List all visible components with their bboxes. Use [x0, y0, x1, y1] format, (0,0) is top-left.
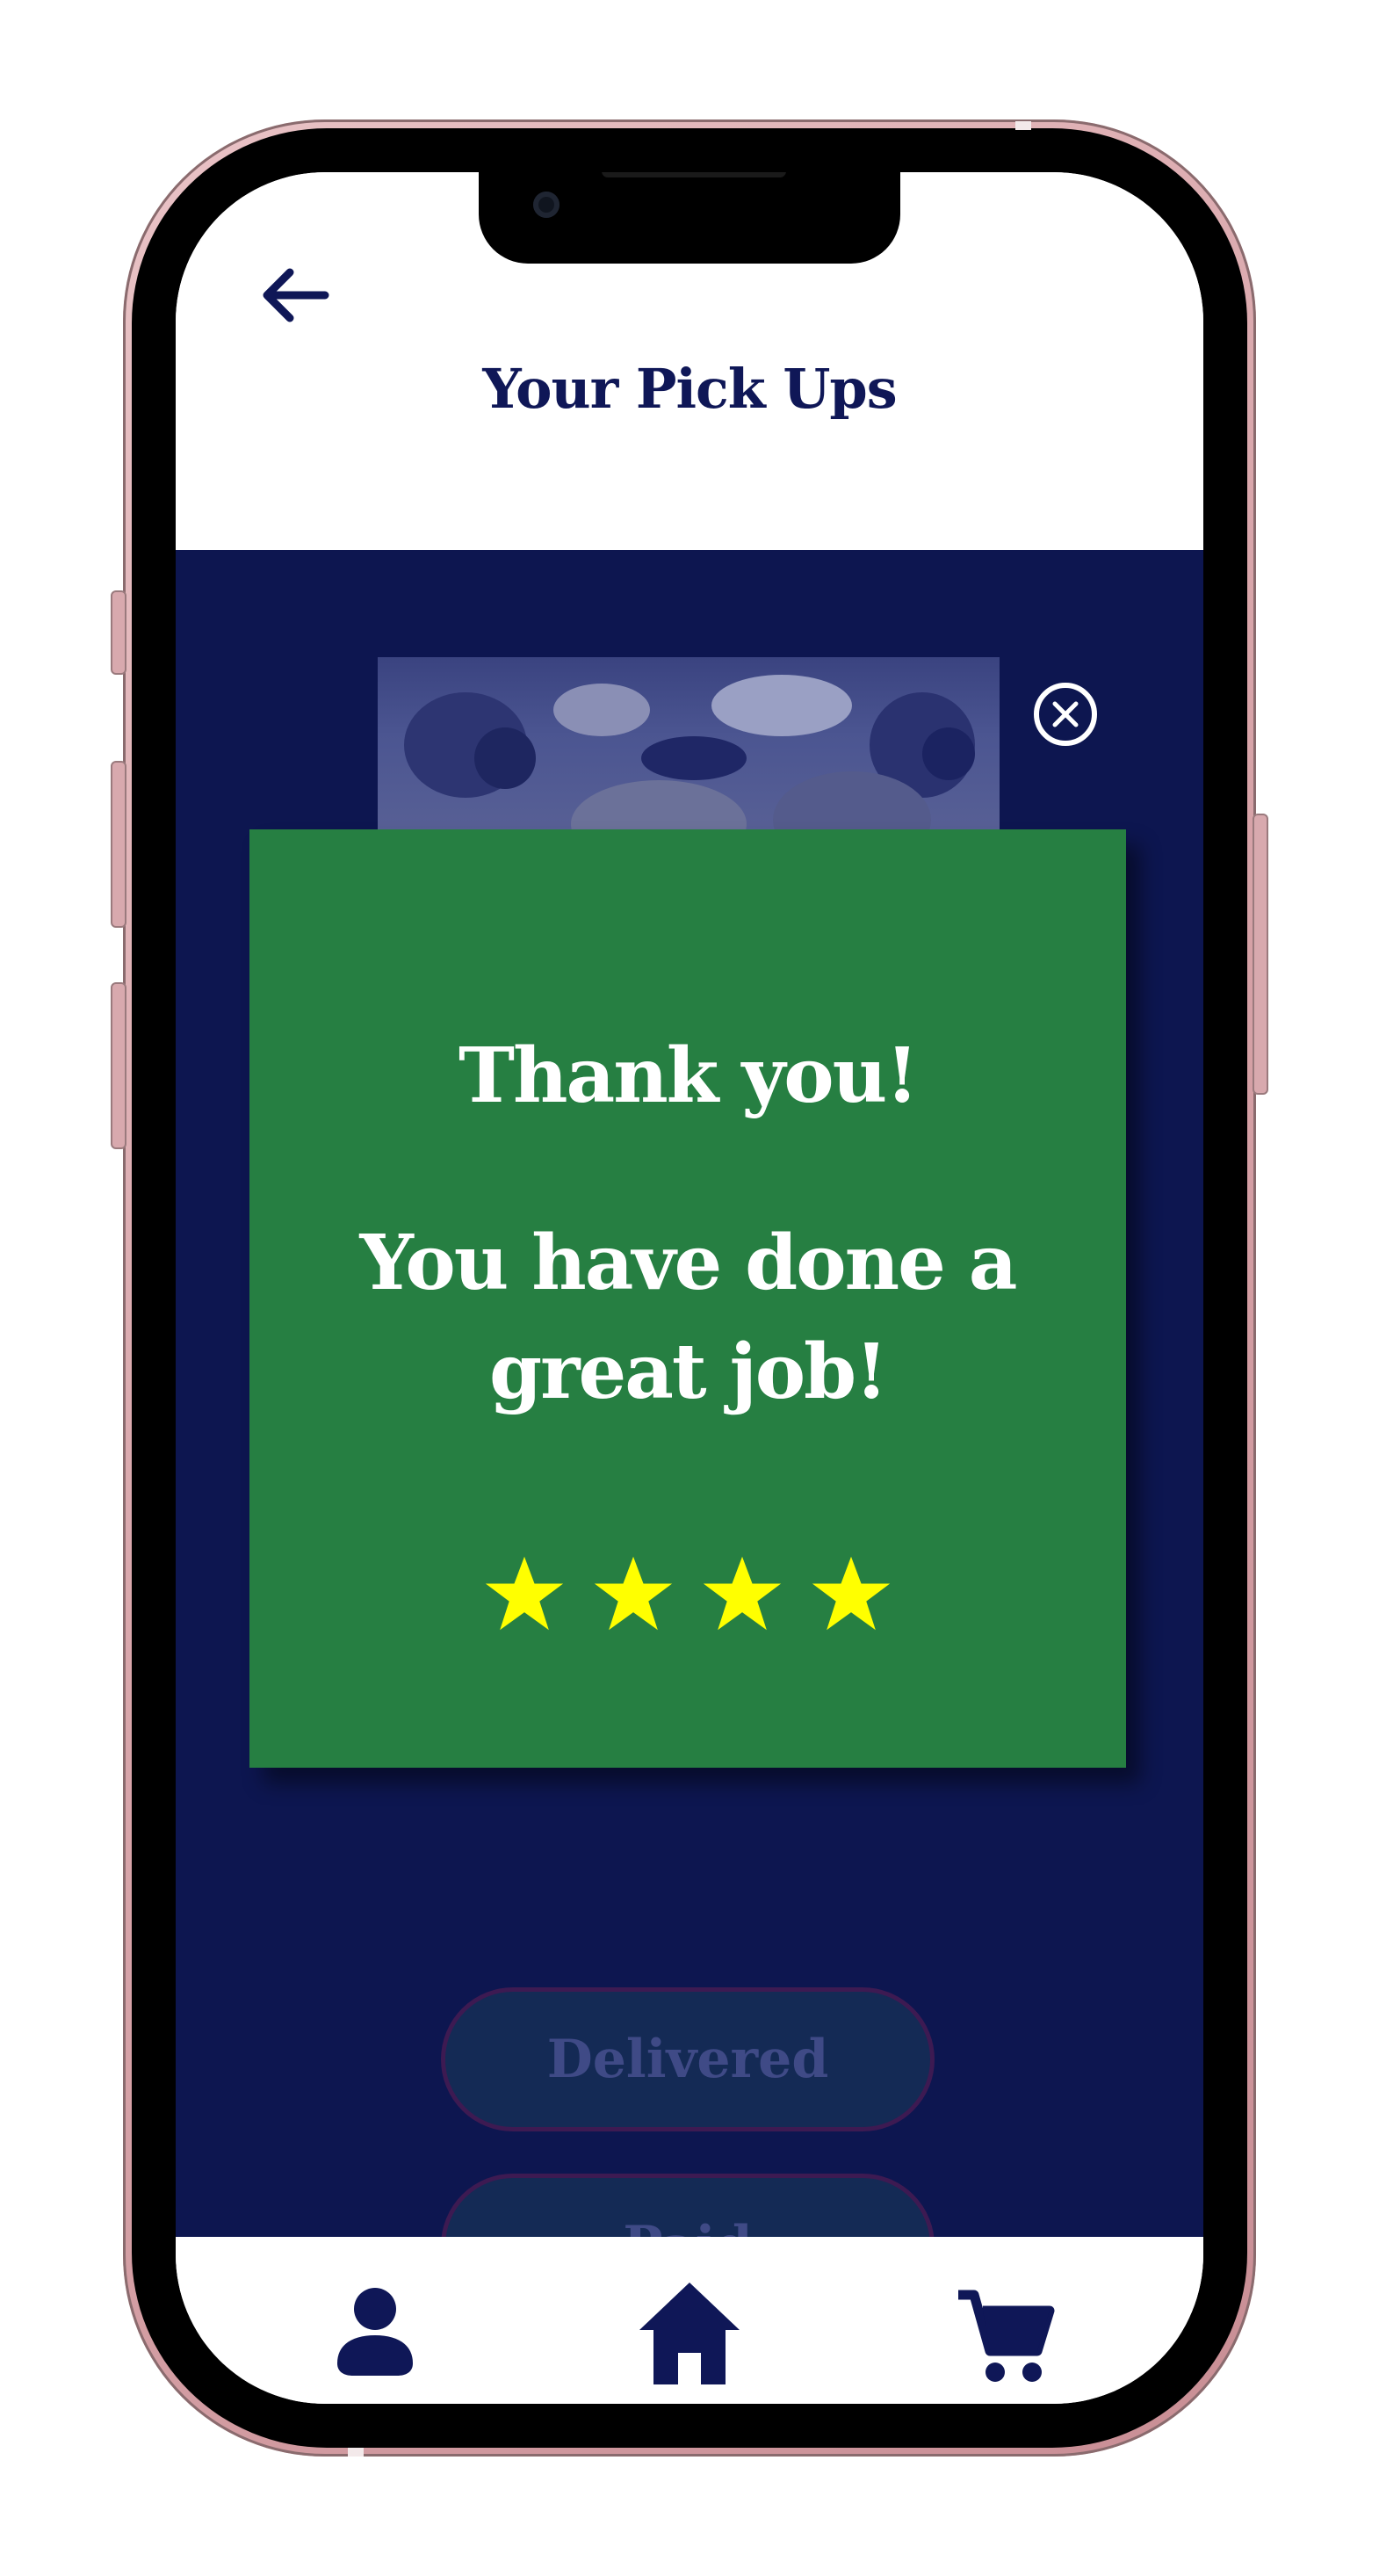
- page-title: Your Pick Ups: [482, 357, 897, 421]
- mute-switch: [111, 590, 126, 675]
- arrow-left-icon: [263, 268, 329, 322]
- star-rating: [249, 1552, 1126, 1639]
- back-button[interactable]: [256, 260, 336, 330]
- power-button: [1253, 814, 1268, 1095]
- star-icon[interactable]: [809, 1552, 893, 1636]
- thank-you-modal: Thank you! You have done a great job!: [249, 829, 1126, 1768]
- antenna-line: [1015, 121, 1031, 130]
- close-circle-icon: [1034, 683, 1097, 746]
- modal-message: You have done a great job!: [359, 1219, 1017, 1416]
- volume-up-button: [111, 761, 126, 928]
- home-icon: [639, 2283, 740, 2384]
- nav-profile[interactable]: [318, 2276, 432, 2390]
- nav-home[interactable]: [632, 2276, 747, 2390]
- star-icon[interactable]: [700, 1552, 784, 1636]
- modal-title: Thank you!: [458, 1031, 919, 1120]
- notch: [479, 172, 900, 264]
- product-image: [378, 657, 1000, 850]
- phone-screen: Your Pick Ups Delivered Paid Thank you! …: [176, 172, 1203, 2404]
- antenna-line: [348, 2448, 364, 2457]
- volume-down-button: [111, 982, 126, 1149]
- speaker-grill: [602, 172, 786, 177]
- person-icon: [337, 2288, 413, 2376]
- front-camera: [533, 192, 560, 218]
- nav-cart[interactable]: [946, 2276, 1060, 2390]
- bottom-nav: [176, 2237, 1203, 2404]
- cart-icon: [958, 2290, 1055, 2382]
- close-button[interactable]: [1031, 680, 1100, 749]
- delivered-button[interactable]: Delivered: [441, 1987, 935, 2131]
- star-icon[interactable]: [482, 1552, 567, 1636]
- star-icon[interactable]: [591, 1552, 675, 1636]
